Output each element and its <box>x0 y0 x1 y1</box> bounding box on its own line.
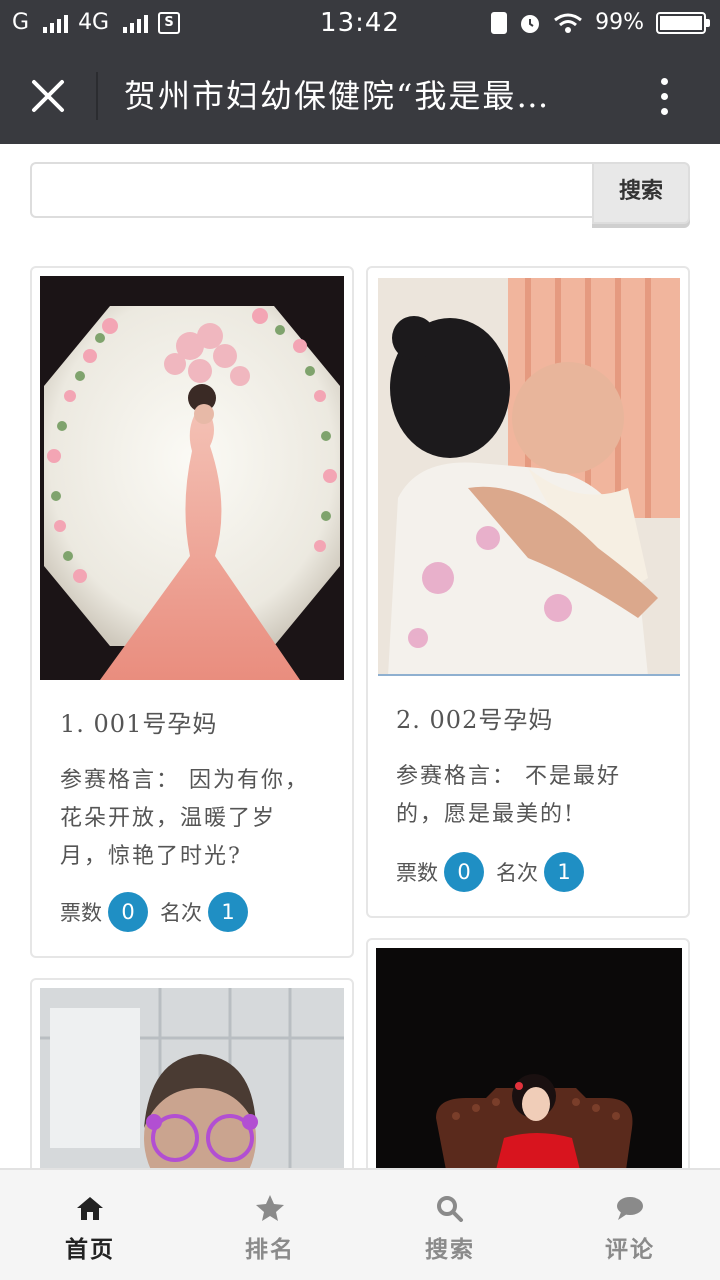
photo-mother-baby <box>378 278 680 676</box>
rank-badge: 1 <box>544 852 584 892</box>
entry-motto-2: 参赛格言： 不是最好的，愿是最美的! <box>396 764 621 827</box>
nav-comments-label: 评论 <box>605 1236 655 1263</box>
page-title: 贺州市妇幼保健院“我是最… <box>124 77 551 115</box>
nav-comments[interactable]: 评论 <box>540 1170 720 1280</box>
search-icon <box>437 1196 463 1222</box>
search-bar: 搜索 <box>30 162 690 224</box>
search-input[interactable] <box>30 162 592 218</box>
status-bar: G 4G S 13:42 99% <box>0 0 720 48</box>
comment-icon <box>617 1197 643 1220</box>
entry-title-2[interactable]: 2. 002号孕妈 <box>396 700 553 735</box>
close-icon <box>32 80 64 112</box>
entry-motto-1: 参赛格言： 因为有你，花朵开放，温暖了岁月，惊艳了时光? <box>60 768 309 869</box>
entry-stats-1: 票数 0 名次 1 <box>60 892 254 932</box>
more-dots-icon <box>660 77 668 85</box>
star-icon <box>256 1195 284 1221</box>
alarm-icon <box>521 14 540 33</box>
bottom-nav: 首页 排名 搜索 评论 <box>0 1168 720 1280</box>
charging-icon <box>491 11 508 34</box>
votes-badge: 0 <box>444 852 484 892</box>
nav-search-label: 搜索 <box>425 1236 475 1263</box>
entry-title-1[interactable]: 1. 001号孕妈 <box>60 704 217 739</box>
entry-photo-2[interactable] <box>378 278 680 676</box>
entry-photo-1[interactable] <box>40 276 344 680</box>
nav-search[interactable]: 搜索 <box>360 1170 540 1280</box>
nav-home-label: 首页 <box>65 1236 115 1263</box>
entry-card-2[interactable]: 2. 002号孕妈 参赛格言： 不是最好的，愿是最美的! 票数 0 名次 1 <box>366 266 690 918</box>
photo-maternity-flowers <box>44 306 340 680</box>
votes-badge: 0 <box>108 892 148 932</box>
battery-percent: 99% <box>595 10 644 35</box>
votes-label: 票数 <box>60 901 102 925</box>
close-button[interactable] <box>24 72 72 120</box>
nav-ranking[interactable]: 排名 <box>180 1170 360 1280</box>
battery-level <box>660 15 702 30</box>
rank-label: 名次 <box>160 901 202 925</box>
title-divider <box>96 72 98 120</box>
entry-photo-3[interactable] <box>40 988 344 1188</box>
votes-label: 票数 <box>396 861 438 885</box>
rank-badge: 1 <box>208 892 248 932</box>
entry-photo-4[interactable] <box>376 948 682 1170</box>
title-bar: 贺州市妇幼保健院“我是最… <box>0 48 720 144</box>
photo-woman-red-dress <box>376 948 682 1170</box>
entry-card-1[interactable]: 1. 001号孕妈 参赛格言： 因为有你，花朵开放，温暖了岁月，惊艳了时光? 票… <box>30 266 354 958</box>
more-menu-button[interactable] <box>644 72 684 120</box>
wifi-icon <box>554 13 583 33</box>
nav-ranking-label: 排名 <box>245 1236 295 1263</box>
status-right: 99% <box>491 10 710 35</box>
home-icon <box>77 1197 103 1220</box>
rank-label: 名次 <box>496 861 538 885</box>
battery-icon <box>656 11 710 34</box>
nav-home[interactable]: 首页 <box>0 1170 180 1280</box>
photo-woman-glasses <box>40 988 344 1188</box>
entry-stats-2: 票数 0 名次 1 <box>396 852 590 892</box>
search-button[interactable]: 搜索 <box>592 162 690 224</box>
